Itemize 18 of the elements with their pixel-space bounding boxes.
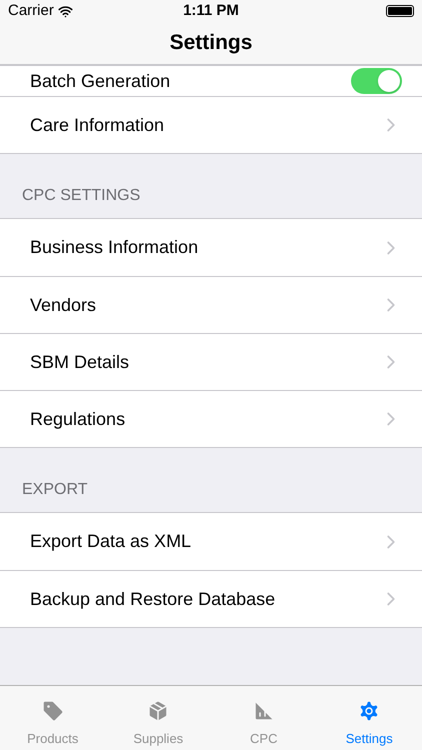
row-label[interactable]: Business Information	[30, 234, 380, 261]
row-label[interactable]: SBM Details	[30, 348, 380, 376]
wifi-icon	[58, 4, 73, 18]
carrier-label: Carrier	[8, 0, 54, 21]
battery-icon	[386, 5, 414, 17]
status-time: 1:11 PM	[183, 0, 239, 21]
row-label[interactable]: Backup and Restore Database	[30, 586, 380, 612]
row-label[interactable]: Vendors	[30, 292, 380, 318]
section-header: EXPORT	[22, 480, 88, 500]
section-header: CPC SETTINGS	[22, 186, 140, 206]
row-label[interactable]: Regulations	[30, 406, 380, 432]
row-label[interactable]: Export Data as XML	[30, 528, 380, 555]
row-label[interactable]: Batch Generation	[30, 68, 351, 94]
tag-icon	[40, 698, 65, 722]
tab-item[interactable]: Settings	[316, 686, 422, 750]
row-label[interactable]: Care Information	[30, 112, 380, 138]
toggle-switch[interactable]	[351, 68, 402, 94]
nav-title: Settings	[170, 30, 252, 56]
